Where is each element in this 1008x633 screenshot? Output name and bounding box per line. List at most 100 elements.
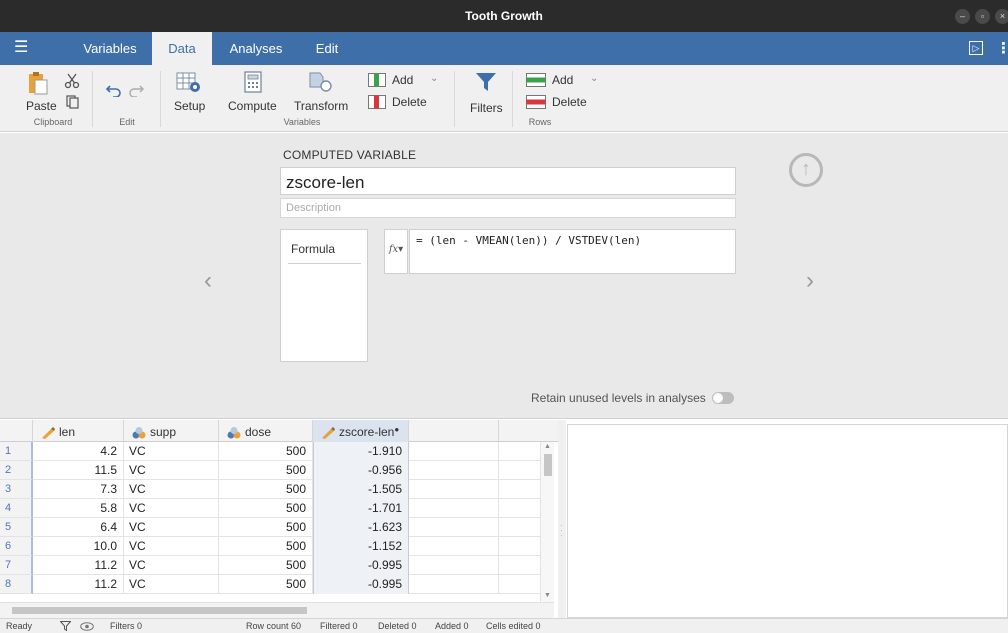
hamburger-menu-icon[interactable]: ☰ [14,40,28,56]
cell-dose[interactable]: 500 [219,480,313,499]
cell-len[interactable]: 10.0 [33,537,124,556]
cell-supp[interactable]: VC [124,518,219,537]
eye-icon[interactable] [80,622,94,631]
tab-variables[interactable]: Variables [72,32,148,65]
column-header-len[interactable]: len [33,420,124,442]
column-header-dose[interactable]: dose [219,420,313,442]
cell-len[interactable]: 6.4 [33,518,124,537]
cell-dose[interactable]: 500 [219,518,313,537]
row-number[interactable]: 4 [0,499,33,518]
setup-button[interactable]: Setup [172,71,208,115]
cell-dose[interactable]: 500 [219,556,313,575]
row-number[interactable]: 6 [0,537,33,556]
description-input[interactable]: Description [280,198,736,218]
filter-status-icon[interactable] [60,621,71,631]
fx-icon: fx [388,244,399,255]
cell-supp[interactable]: VC [124,556,219,575]
cell-empty[interactable] [409,480,499,499]
minimize-button[interactable]: – [955,9,970,24]
copy-icon[interactable] [66,95,79,109]
cell-len[interactable]: 11.2 [33,575,124,594]
cell-z[interactable]: -0.956 [313,461,409,480]
empty-column-header[interactable] [409,420,499,442]
cell-z[interactable]: -0.995 [313,575,409,594]
tab-data[interactable]: Data [152,32,212,65]
corner-cell[interactable] [0,420,33,442]
cell-empty[interactable] [409,518,499,537]
transform-button[interactable]: Transform [292,71,350,115]
column-header-supp[interactable]: supp [124,420,219,442]
cell-dose[interactable]: 500 [219,461,313,480]
maximize-button[interactable]: ▫ [975,9,990,24]
cell-dose[interactable]: 500 [219,537,313,556]
cell-len[interactable]: 4.2 [33,442,124,461]
computed-variable-icon [322,426,335,439]
cell-len[interactable]: 5.8 [33,499,124,518]
delete-variable-button[interactable]: Delete [368,95,442,113]
column-header-zscore-len[interactable]: zscore-len● [313,420,409,442]
retain-levels-toggle[interactable] [712,392,734,404]
row-number[interactable]: 7 [0,556,33,575]
variable-name-input[interactable]: zscore-len [280,167,736,195]
cell-empty[interactable] [409,499,499,518]
undo-icon[interactable] [106,83,122,97]
tab-analyses[interactable]: Analyses [216,32,296,65]
vertical-scroll-thumb[interactable] [544,454,552,476]
row-number[interactable]: 1 [0,442,33,461]
horizontal-scrollbar[interactable] [0,602,554,618]
cell-z[interactable]: -1.505 [313,480,409,499]
cell-supp[interactable]: VC [124,575,219,594]
close-button[interactable]: × [995,9,1008,24]
tab-edit[interactable]: Edit [304,32,350,65]
cell-z[interactable]: -1.623 [313,518,409,537]
formula-tab[interactable]: Formula [288,239,361,264]
cell-supp[interactable]: VC [124,442,219,461]
cell-z[interactable]: -1.152 [313,537,409,556]
scroll-down-icon[interactable]: ▼ [544,592,551,599]
cell-supp[interactable]: VC [124,537,219,556]
cell-dose[interactable]: 500 [219,575,313,594]
row-number[interactable]: 3 [0,480,33,499]
redo-icon[interactable] [128,83,144,97]
next-variable-arrow-icon[interactable]: › [806,267,814,295]
cell-dose[interactable]: 500 [219,499,313,518]
cell-len[interactable]: 7.3 [33,480,124,499]
cell-empty[interactable] [409,575,499,594]
paste-button[interactable]: Paste [24,71,60,115]
cell-z[interactable]: -1.910 [313,442,409,461]
cell-empty[interactable] [409,442,499,461]
previous-variable-arrow-icon[interactable]: ‹ [204,267,212,295]
filters-button[interactable]: Filters [466,71,506,115]
cell-len[interactable]: 11.5 [33,461,124,480]
row-number[interactable]: 8 [0,575,33,594]
compute-button[interactable]: Compute [226,71,278,115]
cell-z[interactable]: -0.995 [313,556,409,575]
cell-empty[interactable] [409,537,499,556]
cell-supp[interactable]: VC [124,480,219,499]
collapse-panel-up-icon[interactable]: ↑ [789,153,823,187]
scroll-up-icon[interactable]: ▲ [544,443,551,450]
cut-icon[interactable] [64,73,80,89]
more-options-icon[interactable]: ⋮ [996,39,1008,57]
add-variable-button[interactable]: Add ⌄ [368,73,442,91]
cell-z[interactable]: -1.701 [313,499,409,518]
cell-empty[interactable] [409,461,499,480]
cell-dose[interactable]: 500 [219,442,313,461]
cell-supp[interactable]: VC [124,461,219,480]
row-number[interactable]: 5 [0,518,33,537]
table-row: 11.2 VC 500 -0.995 [33,575,540,594]
cell-len[interactable]: 11.2 [33,556,124,575]
delete-row-button[interactable]: Delete [526,95,600,113]
horizontal-scroll-thumb[interactable] [12,607,307,614]
formula-input[interactable]: = (len - VMEAN(len)) / VSTDEV(len) [409,229,736,274]
status-filters: Filters 0 [110,621,143,631]
pane-splitter[interactable]: · · · [558,420,566,618]
variables-group-label: Variables [283,117,321,127]
cell-empty[interactable] [409,556,499,575]
cell-supp[interactable]: VC [124,499,219,518]
vertical-scrollbar[interactable]: ▲ ▼ [540,442,554,602]
function-picker-button[interactable]: fx▾ [384,229,408,274]
toggle-results-icon[interactable]: ▷ [969,41,983,55]
row-number[interactable]: 2 [0,461,33,480]
add-row-button[interactable]: Add ⌄ [526,73,600,91]
